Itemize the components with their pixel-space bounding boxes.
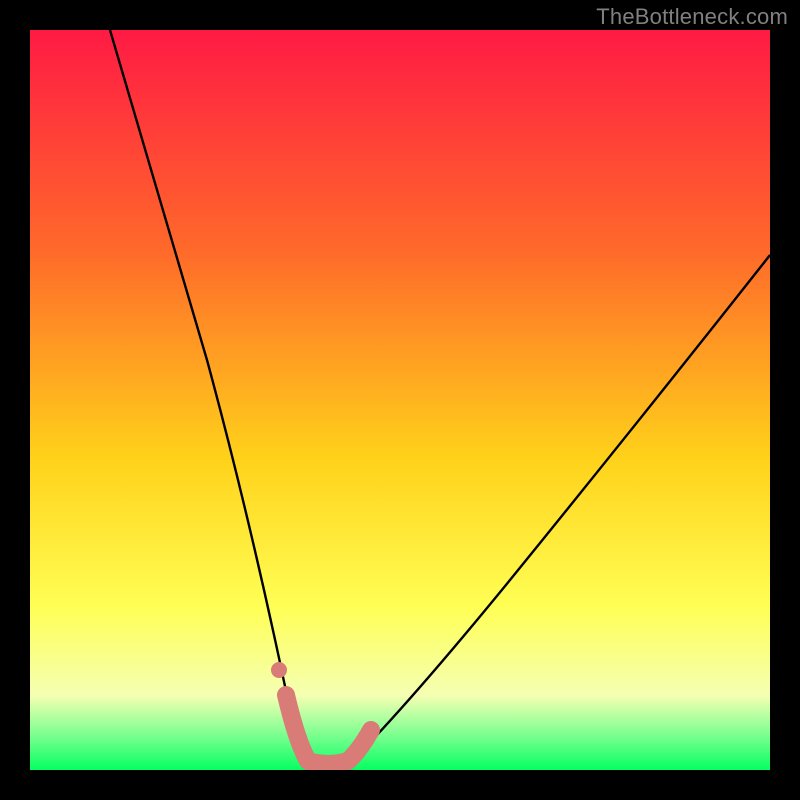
plot-area	[30, 30, 770, 770]
chart-wrapper: TheBottleneck.com	[0, 0, 800, 800]
highlight-dot	[271, 662, 287, 678]
watermark-text: TheBottleneck.com	[596, 4, 788, 30]
chart-svg	[30, 30, 770, 770]
gradient-background	[30, 30, 770, 770]
